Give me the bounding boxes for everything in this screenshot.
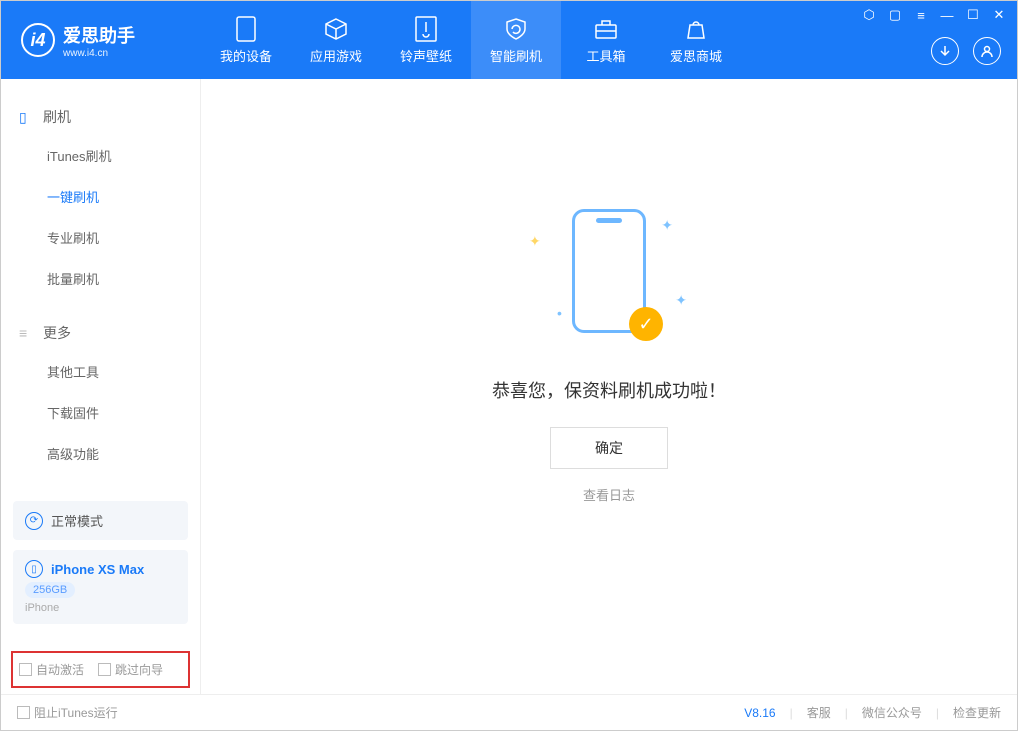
- block-itunes-checkbox[interactable]: 阻止iTunes运行: [17, 704, 118, 721]
- version-label: V8.16: [744, 706, 775, 720]
- main-nav: 我的设备 应用游戏 铃声壁纸 智能刷机 工具箱 爱思商城: [201, 1, 741, 79]
- ok-button[interactable]: 确定: [550, 427, 668, 469]
- view-log-link[interactable]: 查看日志: [583, 485, 635, 504]
- skip-guide-checkbox[interactable]: 跳过向导: [98, 661, 163, 678]
- footer-link-support[interactable]: 客服: [807, 704, 831, 721]
- nav-store[interactable]: 爱思商城: [651, 1, 741, 79]
- nav-toolbox[interactable]: 工具箱: [561, 1, 651, 79]
- logo-icon: i4: [21, 23, 55, 57]
- minimize-button[interactable]: —: [939, 7, 955, 23]
- sidebar-item-advanced[interactable]: 高级功能: [1, 433, 200, 474]
- sidebar-section-flash: ▯ 刷机: [1, 99, 200, 135]
- sidebar-item-pro-flash[interactable]: 专业刷机: [1, 217, 200, 258]
- shirt-icon[interactable]: ⬡: [861, 7, 877, 23]
- mode-icon: ⟳: [25, 512, 43, 530]
- checkbox-icon: [17, 706, 30, 719]
- mode-box[interactable]: ⟳ 正常模式: [13, 501, 188, 540]
- sidebar: ▯ 刷机 iTunes刷机 一键刷机 专业刷机 批量刷机 ≡ 更多 其他工具 下…: [1, 79, 201, 694]
- refresh-shield-icon: [503, 16, 529, 42]
- sparkle-icon: •: [557, 305, 562, 321]
- body: ▯ 刷机 iTunes刷机 一键刷机 专业刷机 批量刷机 ≡ 更多 其他工具 下…: [1, 79, 1017, 694]
- auto-activate-checkbox[interactable]: 自动激活: [19, 661, 84, 678]
- logo-url: www.i4.cn: [63, 48, 135, 59]
- toolbox-icon: [593, 16, 619, 42]
- sidebar-item-oneclick-flash[interactable]: 一键刷机: [1, 176, 200, 217]
- nav-flash[interactable]: 智能刷机: [471, 1, 561, 79]
- phone-icon: ▯: [19, 109, 33, 126]
- user-button[interactable]: [973, 37, 1001, 65]
- nav-my-device[interactable]: 我的设备: [201, 1, 291, 79]
- footer-link-wechat[interactable]: 微信公众号: [862, 704, 922, 721]
- store-icon: [683, 16, 709, 42]
- sparkle-icon: ✦: [529, 233, 541, 250]
- sparkle-icon: ✦: [675, 292, 687, 309]
- main-content: ✓ ✦ ✦ ✦ • 恭喜您，保资料刷机成功啦！ 确定 查看日志: [201, 79, 1017, 694]
- nav-ringtones[interactable]: 铃声壁纸: [381, 1, 471, 79]
- checkbox-icon: [19, 663, 32, 676]
- success-illustration: ✓ ✦ ✦ ✦ •: [519, 209, 699, 349]
- header: i4 爱思助手 www.i4.cn 我的设备 应用游戏 铃声壁纸 智能刷机 工具…: [1, 1, 1017, 79]
- lock-icon[interactable]: ▢: [887, 7, 903, 23]
- cube-icon: [323, 16, 349, 42]
- footer-link-update[interactable]: 检查更新: [953, 704, 1001, 721]
- bottom-options-highlight: 自动激活 跳过向导: [11, 651, 190, 688]
- music-icon: [413, 16, 439, 42]
- device-icon: [233, 16, 259, 42]
- logo: i4 爱思助手 www.i4.cn: [1, 22, 201, 59]
- check-badge-icon: ✓: [629, 307, 663, 341]
- success-message: 恭喜您，保资料刷机成功啦！: [492, 377, 726, 403]
- sparkle-icon: ✦: [661, 217, 673, 234]
- list-icon: ≡: [19, 325, 33, 341]
- device-box[interactable]: ▯ iPhone XS Max 256GB iPhone: [13, 550, 188, 624]
- sidebar-section-more: ≡ 更多: [1, 315, 200, 351]
- checkbox-icon: [98, 663, 111, 676]
- maximize-button[interactable]: ☐: [965, 7, 981, 23]
- window-controls: ⬡ ▢ ≡ — ☐ ✕: [861, 7, 1007, 23]
- header-right: [931, 37, 1001, 65]
- menu-icon[interactable]: ≡: [913, 7, 929, 23]
- logo-title: 爱思助手: [63, 22, 135, 48]
- sidebar-item-download-firmware[interactable]: 下载固件: [1, 392, 200, 433]
- sidebar-item-batch-flash[interactable]: 批量刷机: [1, 258, 200, 299]
- nav-apps[interactable]: 应用游戏: [291, 1, 381, 79]
- device-phone-icon: ▯: [25, 560, 43, 578]
- footer: 阻止iTunes运行 V8.16 | 客服 | 微信公众号 | 检查更新: [1, 694, 1017, 730]
- sidebar-item-itunes-flash[interactable]: iTunes刷机: [1, 135, 200, 176]
- close-button[interactable]: ✕: [991, 7, 1007, 23]
- sidebar-item-other-tools[interactable]: 其他工具: [1, 351, 200, 392]
- download-button[interactable]: [931, 37, 959, 65]
